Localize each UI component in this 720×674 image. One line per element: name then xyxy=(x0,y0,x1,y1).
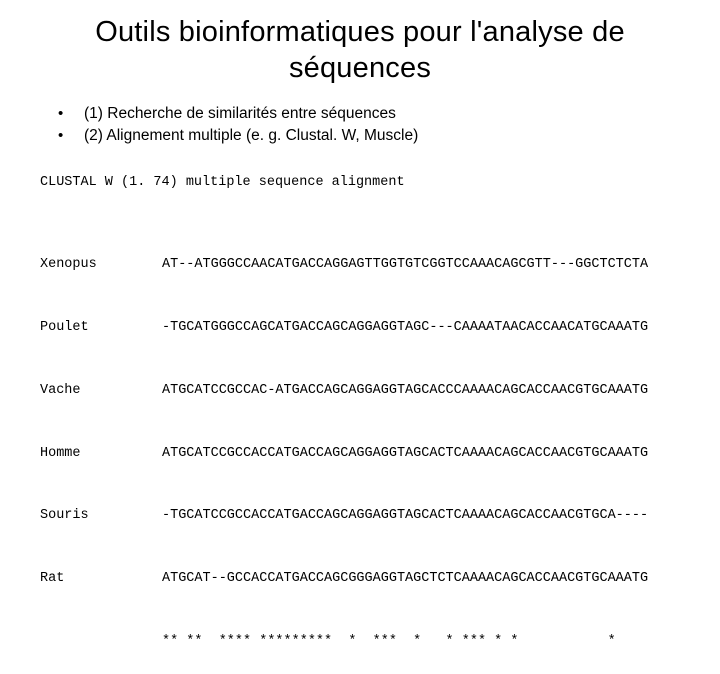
sequence-data: ATGCATCCGCCACCATGACCAGCAGGAGGTAGCACTCAAA… xyxy=(162,444,648,465)
species-label: Homme xyxy=(40,444,162,465)
species-label: Poulet xyxy=(40,318,162,339)
page-title: Outils bioinformatiques pour l'analyse d… xyxy=(24,14,696,87)
bullet-icon: • xyxy=(58,105,84,122)
alignment-row: RatATGCAT--GCCACCATGACCAGCGGGAGGTAGCTCTC… xyxy=(40,569,696,590)
species-label: Rat xyxy=(40,569,162,590)
species-label: Souris xyxy=(40,506,162,527)
alignment-block: XenopusAT--ATGGGCCAACATGACCAGGAGTTGGTGTC… xyxy=(24,213,696,673)
alignment-row: HommeATGCATCCGCCACCATGACCAGCAGGAGGTAGCAC… xyxy=(40,444,696,465)
sequence-data: -TGCATGGGCCAGCATGACCAGCAGGAGGTAGC---CAAA… xyxy=(162,318,648,339)
bullet-text: (1) Recherche de similarités entre séque… xyxy=(84,105,396,123)
alignment-row: VacheATGCATCCGCCAC-ATGACCAGCAGGAGGTAGCAC… xyxy=(40,381,696,402)
sequence-data: AT--ATGGGCCAACATGACCAGGAGTTGGTGTCGGTCCAA… xyxy=(162,255,648,276)
alignment-row: ** ** **** ********* * *** * * *** * * * xyxy=(40,632,696,653)
alignment-row: XenopusAT--ATGGGCCAACATGACCAGGAGTTGGTGTC… xyxy=(40,255,696,276)
list-item: • (1) Recherche de similarités entre séq… xyxy=(58,105,696,123)
list-item: • (2) Alignement multiple (e. g. Clustal… xyxy=(58,127,696,145)
species-label: Xenopus xyxy=(40,255,162,276)
clustal-header: CLUSTAL W (1. 74) multiple sequence alig… xyxy=(24,173,696,194)
sequence-data: -TGCATCCGCCACCATGACCAGCAGGAGGTAGCACTCAAA… xyxy=(162,506,648,527)
bullet-list: • (1) Recherche de similarités entre séq… xyxy=(24,105,696,145)
sequence-data: ATGCAT--GCCACCATGACCAGCGGGAGGTAGCTCTCAAA… xyxy=(162,569,648,590)
species-label: Vache xyxy=(40,381,162,402)
bullet-icon: • xyxy=(58,127,84,144)
species-label xyxy=(40,632,162,653)
bullet-text: (2) Alignement multiple (e. g. Clustal. … xyxy=(84,127,418,145)
sequence-data: ** ** **** ********* * *** * * *** * * * xyxy=(162,632,616,653)
sequence-data: ATGCATCCGCCAC-ATGACCAGCAGGAGGTAGCACCCAAA… xyxy=(162,381,648,402)
alignment-row: Souris-TGCATCCGCCACCATGACCAGCAGGAGGTAGCA… xyxy=(40,506,696,527)
alignment-row: Poulet-TGCATGGGCCAGCATGACCAGCAGGAGGTAGC-… xyxy=(40,318,696,339)
